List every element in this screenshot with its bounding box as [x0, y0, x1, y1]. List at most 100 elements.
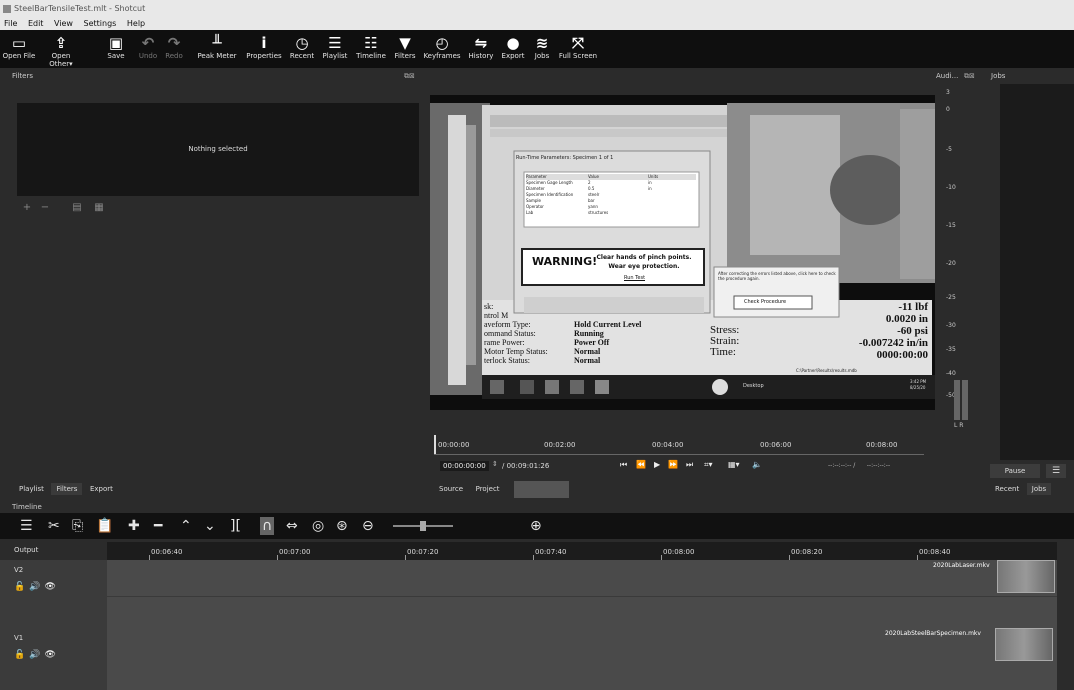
history-button[interactable]: ⇋ History [466, 34, 496, 60]
lock-icon[interactable]: 🔓 [14, 582, 29, 592]
jobs-button[interactable]: ≋ Jobs [530, 34, 554, 60]
zoom-out-icon[interactable]: ⊖ [362, 517, 374, 535]
peak-meter-button[interactable]: ╨ Peak Meter [196, 34, 238, 60]
split-icon[interactable]: ][ [230, 517, 241, 535]
track-header-v1[interactable]: V1 🔓🔊👁 [0, 628, 107, 690]
track-divider [107, 596, 1057, 597]
menu-help[interactable]: Help [123, 18, 149, 28]
fullscreen-icon: ⤧ [571, 34, 584, 52]
video-status-values: Hold Current Level Running Power Off Nor… [574, 320, 641, 365]
snap-magnet-icon[interactable]: ∩ [260, 517, 275, 535]
player-scrub-bar[interactable]: 00:00:00 00:02:00 00:04:00 00:06:00 00:0… [434, 435, 924, 455]
menu-settings[interactable]: Settings [80, 18, 121, 28]
eye-icon[interactable]: 👁 [44, 650, 59, 660]
funnel-icon: ▼ [399, 34, 411, 52]
overwrite-icon[interactable]: ⌄ [204, 517, 216, 535]
info-icon: i [261, 34, 267, 52]
readout-value: 0000:00:00 [876, 349, 928, 361]
audio-panel-float-icons[interactable]: ⧉⊠ [964, 72, 975, 81]
properties-button[interactable]: i Properties [243, 34, 285, 60]
save-icon: ▣ [108, 34, 124, 52]
panel-float-close-icons[interactable]: ⧉⊠ [404, 72, 415, 81]
full-screen-button[interactable]: ⤧ Full Screen [556, 34, 600, 60]
pause-jobs-button[interactable]: Pause [990, 464, 1040, 478]
mute-icon[interactable]: 🔊 [29, 582, 44, 592]
scrub-audio-icon[interactable]: ⇔ [286, 517, 298, 535]
skip-start-icon[interactable]: ⏮ [620, 460, 627, 470]
ripple-all-icon[interactable]: ⊛ [336, 517, 348, 535]
rewind-icon[interactable]: ⏪ [636, 460, 646, 469]
mute-icon[interactable]: 🔊 [29, 650, 44, 660]
export-button[interactable]: ● Export [499, 34, 527, 60]
zoom-icon[interactable]: ⌗▾ [704, 460, 713, 470]
status-label: ntrol M [484, 311, 509, 320]
remove-icon[interactable]: ━ [154, 517, 162, 535]
filters-button[interactable]: ▼ Filters [390, 34, 420, 60]
track-controls: 🔓🔊👁 [14, 650, 60, 660]
tab-filters[interactable]: Filters [51, 483, 83, 495]
recent-button[interactable]: ◷ Recent [288, 34, 316, 60]
paste-filter-button[interactable]: ▦ [94, 203, 104, 213]
play-icon[interactable]: ▶ [654, 460, 660, 469]
zoom-in-icon[interactable]: ⊕ [530, 517, 542, 535]
grid-icon[interactable]: ▦▾ [728, 460, 740, 469]
add-filter-button[interactable]: + [22, 203, 32, 213]
right-channel-meter [962, 380, 968, 420]
menu-file[interactable]: File [0, 18, 21, 28]
video-dialog-title: Run-Time Parameters: Specimen 1 of 1 [516, 155, 614, 161]
lock-icon[interactable]: 🔓 [14, 650, 29, 660]
redo-button[interactable]: ↷ Redo [162, 34, 186, 60]
open-other-icon: ⇪ [54, 34, 68, 52]
timeline-menu-icon[interactable]: ☰ [20, 517, 33, 535]
clip-thumbnail[interactable] [995, 628, 1053, 661]
append-icon[interactable]: ✚ [128, 517, 140, 535]
tab-recent[interactable]: Recent [990, 483, 1024, 495]
timeline-ruler[interactable]: 00:06:40 00:07:00 00:07:20 00:07:40 00:0… [107, 542, 1057, 560]
undo-button[interactable]: ↶ Undo [136, 34, 160, 60]
tab-project[interactable]: Project [471, 483, 505, 495]
timecode-field[interactable]: 00:00:00:00 [440, 461, 489, 471]
left-channel-meter [954, 380, 960, 420]
tab-playlist[interactable]: Playlist [14, 483, 49, 495]
tab-jobs[interactable]: Jobs [1026, 483, 1052, 495]
jobs-menu-icon[interactable]: ☰ [1046, 464, 1066, 478]
cut-icon[interactable]: ✂ [48, 517, 60, 535]
menu-edit[interactable]: Edit [24, 18, 48, 28]
keyframes-button[interactable]: ◴ Keyframes [422, 34, 462, 60]
lift-icon[interactable]: ⌃ [180, 517, 192, 535]
open-other-button[interactable]: ⇪ Open Other▾ [40, 34, 82, 68]
status-value: Running [574, 329, 604, 338]
window-title-bar: SteelBarTensileTest.mlt - Shotcut [0, 0, 1074, 18]
warning-line: Wear eye protection. [608, 263, 680, 270]
menu-view[interactable]: View [50, 18, 77, 28]
copy-icon[interactable]: ⎘ [72, 517, 83, 535]
paste-icon[interactable]: 📋 [96, 517, 113, 535]
open-file-button[interactable]: ▭ Open File [2, 34, 36, 60]
skip-end-icon[interactable]: ⏭ [686, 460, 693, 470]
track-v2[interactable]: 2020LabLaser.mkv [107, 560, 1057, 628]
track-header-v2[interactable]: V2 🔓🔊👁 [0, 560, 107, 628]
tab-export[interactable]: Export [85, 483, 118, 495]
tab-source[interactable]: Source [434, 483, 468, 495]
track-v1[interactable]: 2020LabSteelBarSpecimen.mkv [107, 628, 1057, 690]
eye-icon[interactable]: 👁 [44, 582, 59, 592]
ripple-icon[interactable]: ◎ [312, 517, 324, 535]
param-cell: structures [588, 210, 609, 215]
playhead-marker[interactable] [434, 435, 436, 455]
clip-thumbnail[interactable] [997, 560, 1055, 593]
list-icon: ☰ [328, 34, 342, 52]
timecode-spinner-icon[interactable]: ⇕ [492, 460, 498, 468]
readout-value: -0.007242 in/in [858, 337, 928, 349]
status-label: sk: [484, 302, 494, 311]
volume-icon[interactable]: 🔈 [752, 460, 762, 469]
zoom-slider-handle[interactable] [420, 521, 426, 531]
playlist-button[interactable]: ☰ Playlist [320, 34, 350, 60]
save-button[interactable]: ▣ Save [104, 34, 128, 60]
timeline-button[interactable]: ☷ Timeline [354, 34, 388, 60]
copy-filter-button[interactable]: ▤ [72, 203, 82, 213]
video-preview[interactable]: Run-Time Parameters: Specimen 1 of 1 Par… [430, 95, 935, 410]
track-controls: 🔓🔊👁 [14, 582, 60, 592]
fast-forward-icon[interactable]: ⏩ [668, 460, 678, 469]
remove-filter-button[interactable]: − [40, 203, 50, 213]
in-out-points: --:--:--:-- / --:--:--:-- [828, 462, 891, 469]
